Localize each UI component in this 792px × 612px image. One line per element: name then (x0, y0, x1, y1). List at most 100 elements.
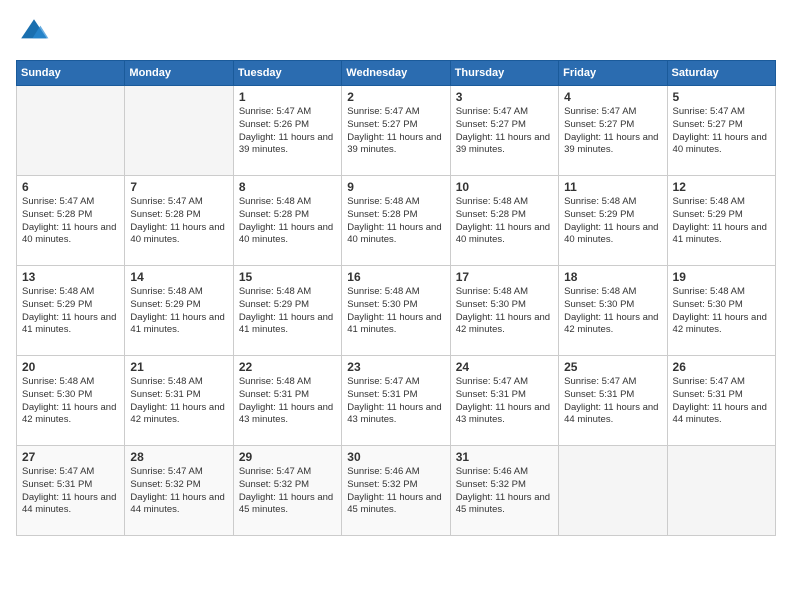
calendar-cell: 28 Sunrise: 5:47 AM Sunset: 5:32 PM Dayli… (125, 446, 233, 536)
cell-info: Sunrise: 5:47 AM Sunset: 5:27 PM Dayligh… (564, 106, 661, 157)
calendar-cell: 26 Sunrise: 5:47 AM Sunset: 5:31 PM Dayli… (667, 356, 775, 446)
calendar-cell: 14 Sunrise: 5:48 AM Sunset: 5:29 PM Dayli… (125, 266, 233, 356)
day-number: 29 (239, 450, 336, 464)
day-header-sunday: Sunday (17, 61, 125, 86)
cell-info: Sunrise: 5:48 AM Sunset: 5:31 PM Dayligh… (239, 376, 336, 427)
calendar-cell: 11 Sunrise: 5:48 AM Sunset: 5:29 PM Dayli… (559, 176, 667, 266)
day-number: 6 (22, 180, 119, 194)
calendar-week-row: 20 Sunrise: 5:48 AM Sunset: 5:30 PM Dayli… (17, 356, 776, 446)
day-number: 7 (130, 180, 227, 194)
day-number: 13 (22, 270, 119, 284)
calendar-cell: 7 Sunrise: 5:47 AM Sunset: 5:28 PM Daylig… (125, 176, 233, 266)
calendar-cell: 20 Sunrise: 5:48 AM Sunset: 5:30 PM Dayli… (17, 356, 125, 446)
day-number: 11 (564, 180, 661, 194)
calendar-cell: 2Sunrise: 5:47 AM Sunset: 5:27 PM Daylig… (342, 86, 450, 176)
day-number: 23 (347, 360, 444, 374)
logo (16, 16, 50, 48)
calendar-week-row: 13 Sunrise: 5:48 AM Sunset: 5:29 PM Dayli… (17, 266, 776, 356)
calendar-cell: 1Sunrise: 5:47 AM Sunset: 5:26 PM Daylig… (233, 86, 341, 176)
calendar-cell: 22 Sunrise: 5:48 AM Sunset: 5:31 PM Dayli… (233, 356, 341, 446)
cell-info: Sunrise: 5:46 AM Sunset: 5:32 PM Dayligh… (347, 466, 444, 517)
day-number: 16 (347, 270, 444, 284)
calendar-cell: 12Sunrise: 5:48 AM Sunset: 5:29 PM Dayli… (667, 176, 775, 266)
calendar-week-row: 27 Sunrise: 5:47 AM Sunset: 5:31 PM Dayli… (17, 446, 776, 536)
day-number: 14 (130, 270, 227, 284)
cell-info: Sunrise: 5:47 AM Sunset: 5:31 PM Dayligh… (673, 376, 770, 427)
calendar-cell: 25 Sunrise: 5:47 AM Sunset: 5:31 PM Dayli… (559, 356, 667, 446)
calendar-cell: 8 Sunrise: 5:48 AM Sunset: 5:28 PM Daylig… (233, 176, 341, 266)
cell-info: Sunrise: 5:47 AM Sunset: 5:27 PM Dayligh… (347, 106, 444, 157)
day-number: 20 (22, 360, 119, 374)
cell-info: Sunrise: 5:47 AM Sunset: 5:27 PM Dayligh… (673, 106, 770, 157)
cell-info: Sunrise: 5:47 AM Sunset: 5:31 PM Dayligh… (564, 376, 661, 427)
calendar-cell: 30 Sunrise: 5:46 AM Sunset: 5:32 PM Dayli… (342, 446, 450, 536)
calendar-cell: 15Sunrise: 5:48 AM Sunset: 5:29 PM Dayli… (233, 266, 341, 356)
cell-info: Sunrise: 5:48 AM Sunset: 5:28 PM Dayligh… (347, 196, 444, 247)
day-header-saturday: Saturday (667, 61, 775, 86)
day-number: 27 (22, 450, 119, 464)
calendar-cell: 16 Sunrise: 5:48 AM Sunset: 5:30 PM Dayli… (342, 266, 450, 356)
day-header-wednesday: Wednesday (342, 61, 450, 86)
calendar-cell: 5 Sunrise: 5:47 AM Sunset: 5:27 PM Daylig… (667, 86, 775, 176)
cell-info: Sunrise: 5:48 AM Sunset: 5:29 PM Dayligh… (239, 286, 336, 337)
cell-info: Sunrise: 5:47 AM Sunset: 5:31 PM Dayligh… (456, 376, 553, 427)
cell-info: Sunrise: 5:47 AM Sunset: 5:31 PM Dayligh… (22, 466, 119, 517)
calendar-cell (17, 86, 125, 176)
calendar-cell (125, 86, 233, 176)
calendar-table: SundayMondayTuesdayWednesdayThursdayFrid… (16, 60, 776, 536)
day-number: 24 (456, 360, 553, 374)
day-number: 31 (456, 450, 553, 464)
cell-info: Sunrise: 5:48 AM Sunset: 5:29 PM Dayligh… (673, 196, 770, 247)
day-number: 26 (673, 360, 770, 374)
calendar-cell: 13 Sunrise: 5:48 AM Sunset: 5:29 PM Dayli… (17, 266, 125, 356)
cell-info: Sunrise: 5:48 AM Sunset: 5:30 PM Dayligh… (347, 286, 444, 337)
day-number: 25 (564, 360, 661, 374)
day-number: 19 (673, 270, 770, 284)
day-number: 18 (564, 270, 661, 284)
cell-info: Sunrise: 5:48 AM Sunset: 5:30 PM Dayligh… (673, 286, 770, 337)
cell-info: Sunrise: 5:47 AM Sunset: 5:32 PM Dayligh… (130, 466, 227, 517)
cell-info: Sunrise: 5:46 AM Sunset: 5:32 PM Dayligh… (456, 466, 553, 517)
calendar-cell: 19 Sunrise: 5:48 AM Sunset: 5:30 PM Dayli… (667, 266, 775, 356)
day-header-tuesday: Tuesday (233, 61, 341, 86)
calendar-cell: 31 Sunrise: 5:46 AM Sunset: 5:32 PM Dayli… (450, 446, 558, 536)
cell-info: Sunrise: 5:48 AM Sunset: 5:30 PM Dayligh… (564, 286, 661, 337)
calendar-cell (667, 446, 775, 536)
cell-info: Sunrise: 5:47 AM Sunset: 5:28 PM Dayligh… (22, 196, 119, 247)
cell-info: Sunrise: 5:48 AM Sunset: 5:28 PM Dayligh… (239, 196, 336, 247)
calendar-cell: 3 Sunrise: 5:47 AM Sunset: 5:27 PM Daylig… (450, 86, 558, 176)
calendar-week-row: 1Sunrise: 5:47 AM Sunset: 5:26 PM Daylig… (17, 86, 776, 176)
calendar-cell: 23 Sunrise: 5:47 AM Sunset: 5:31 PM Dayli… (342, 356, 450, 446)
day-number: 28 (130, 450, 227, 464)
calendar-cell: 10Sunrise: 5:48 AM Sunset: 5:28 PM Dayli… (450, 176, 558, 266)
day-number: 30 (347, 450, 444, 464)
day-number: 9 (347, 180, 444, 194)
cell-info: Sunrise: 5:48 AM Sunset: 5:30 PM Dayligh… (22, 376, 119, 427)
calendar-cell: 4Sunrise: 5:47 AM Sunset: 5:27 PM Daylig… (559, 86, 667, 176)
calendar-week-row: 6 Sunrise: 5:47 AM Sunset: 5:28 PM Daylig… (17, 176, 776, 266)
calendar-cell (559, 446, 667, 536)
day-number: 22 (239, 360, 336, 374)
calendar-cell: 27 Sunrise: 5:47 AM Sunset: 5:31 PM Dayli… (17, 446, 125, 536)
cell-info: Sunrise: 5:48 AM Sunset: 5:29 PM Dayligh… (130, 286, 227, 337)
calendar-cell: 29 Sunrise: 5:47 AM Sunset: 5:32 PM Dayli… (233, 446, 341, 536)
cell-info: Sunrise: 5:48 AM Sunset: 5:29 PM Dayligh… (22, 286, 119, 337)
logo-icon (18, 16, 50, 48)
day-header-thursday: Thursday (450, 61, 558, 86)
cell-info: Sunrise: 5:48 AM Sunset: 5:30 PM Dayligh… (456, 286, 553, 337)
cell-info: Sunrise: 5:48 AM Sunset: 5:29 PM Dayligh… (564, 196, 661, 247)
day-number: 3 (456, 90, 553, 104)
calendar-cell: 6 Sunrise: 5:47 AM Sunset: 5:28 PM Daylig… (17, 176, 125, 266)
cell-info: Sunrise: 5:47 AM Sunset: 5:31 PM Dayligh… (347, 376, 444, 427)
day-number: 5 (673, 90, 770, 104)
calendar-cell: 9 Sunrise: 5:48 AM Sunset: 5:28 PM Daylig… (342, 176, 450, 266)
calendar-cell: 17Sunrise: 5:48 AM Sunset: 5:30 PM Dayli… (450, 266, 558, 356)
day-header-friday: Friday (559, 61, 667, 86)
cell-info: Sunrise: 5:47 AM Sunset: 5:26 PM Dayligh… (239, 106, 336, 157)
cell-info: Sunrise: 5:47 AM Sunset: 5:32 PM Dayligh… (239, 466, 336, 517)
calendar-header-row: SundayMondayTuesdayWednesdayThursdayFrid… (17, 61, 776, 86)
day-number: 8 (239, 180, 336, 194)
calendar-cell: 18 Sunrise: 5:48 AM Sunset: 5:30 PM Dayli… (559, 266, 667, 356)
cell-info: Sunrise: 5:47 AM Sunset: 5:27 PM Dayligh… (456, 106, 553, 157)
cell-info: Sunrise: 5:47 AM Sunset: 5:28 PM Dayligh… (130, 196, 227, 247)
